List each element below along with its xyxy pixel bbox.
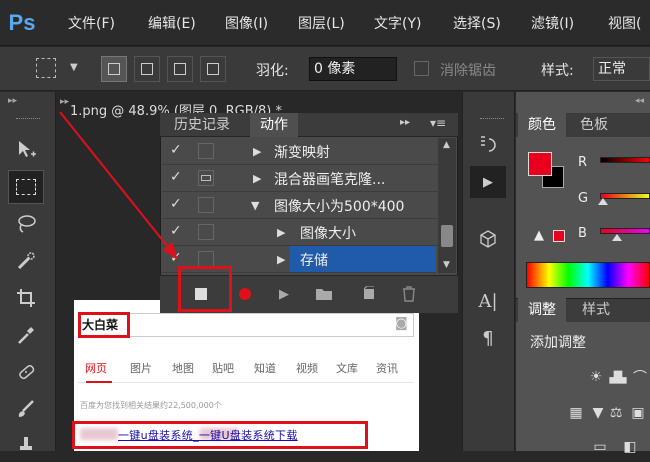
adjustments-title: 添加调整 <box>530 335 586 351</box>
character-panel-icon[interactable]: A| <box>470 285 506 317</box>
channel-mixer-icon[interactable]: ◧ <box>620 438 640 456</box>
foreground-color-swatch[interactable] <box>528 152 552 176</box>
curves-icon[interactable]: ⌒ <box>630 368 650 386</box>
slider-thumb-icon[interactable] <box>598 198 608 205</box>
slider-thumb-icon[interactable] <box>612 234 622 241</box>
tab-swatches[interactable]: 色板 <box>570 113 618 137</box>
channel-g-label: G <box>578 191 589 206</box>
gamut-warning-icon[interactable]: ▲ <box>534 228 544 243</box>
tab-styles[interactable]: 样式 <box>572 298 620 322</box>
paragraph-panel-icon[interactable]: ¶ <box>470 322 506 354</box>
history-panel-icon[interactable] <box>470 128 506 160</box>
channel-r-label: R <box>578 155 588 170</box>
r-slider[interactable] <box>600 157 650 163</box>
channel-b-label: B <box>578 226 587 241</box>
tab-adjustments[interactable]: 调整 <box>518 298 566 322</box>
panel-grip-icon[interactable] <box>480 118 504 121</box>
brightness-icon[interactable]: ☀ <box>586 368 606 386</box>
vibrance-icon[interactable]: ▼ <box>588 404 608 422</box>
black-white-icon[interactable]: ▣ <box>628 404 648 422</box>
color-balance-icon[interactable]: ⚖ <box>606 404 626 422</box>
3d-panel-icon[interactable] <box>470 223 506 255</box>
b-slider[interactable] <box>600 228 650 234</box>
levels-icon[interactable]: ▟▙ <box>608 368 628 386</box>
gamut-color-swatch[interactable] <box>553 230 565 242</box>
collapse-icon[interactable]: ◂◂ <box>635 96 644 106</box>
photo-filter-icon[interactable]: ▭ <box>590 438 610 456</box>
actions-panel-icon[interactable]: ▶ <box>470 166 506 198</box>
exposure-icon[interactable]: ▦ <box>566 404 586 422</box>
color-spectrum[interactable] <box>526 262 650 288</box>
tab-color[interactable]: 颜色 <box>518 113 566 137</box>
